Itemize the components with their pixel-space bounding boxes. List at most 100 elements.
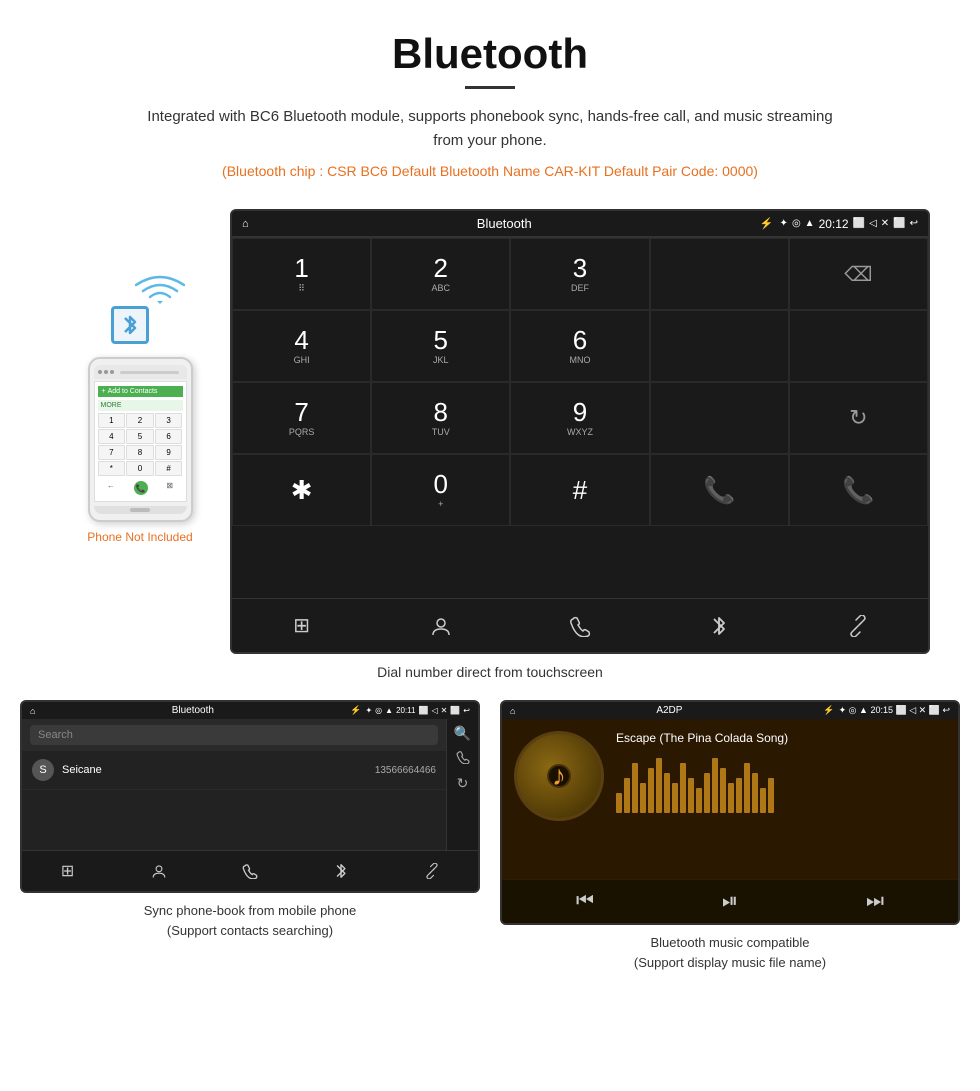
- dial-key-empty-1: [650, 238, 789, 310]
- dial-key-7[interactable]: 7PQRS: [232, 382, 371, 454]
- eq-bar-11: [704, 773, 710, 813]
- play-pause-button[interactable]: ⏯: [722, 890, 738, 913]
- music-back-icon[interactable]: ↩: [942, 705, 950, 715]
- close-icon[interactable]: ✕: [881, 218, 889, 229]
- dial-screen: ⌂ Bluetooth ⚡ ✦ ◎ ▲ 20:12 ⬜ ◁ ✕ ⬜ ↩ 1⠿ 2…: [230, 209, 930, 654]
- pb-search-side-icon[interactable]: 🔍: [454, 725, 471, 742]
- music-content: ♪ Escape (The Pina Colada Song): [502, 719, 958, 879]
- eq-bar-10: [696, 788, 702, 813]
- dial-screen-title: Bluetooth: [255, 216, 754, 231]
- eq-bar-15: [736, 778, 742, 813]
- eq-bar-16: [744, 763, 750, 813]
- dial-key-empty-2: [650, 310, 789, 382]
- pb-vol-icon[interactable]: ◁: [431, 706, 437, 715]
- back-icon[interactable]: ↩: [910, 218, 918, 229]
- music-home-icon[interactable]: ⌂: [510, 706, 515, 716]
- pb-bottom-phone[interactable]: [204, 857, 295, 885]
- eq-bar-1: [624, 778, 630, 813]
- phonebook-col: ⌂ Bluetooth ⚡ ✦ ◎ ▲ 20:11 ⬜ ◁ ✕ ⬜ ↩: [20, 700, 480, 972]
- contact-number: 13566664466: [375, 765, 436, 776]
- bottom-link-icon[interactable]: [789, 607, 928, 644]
- pb-cam-icon[interactable]: ⬜: [419, 706, 429, 715]
- music-signal-icon: ▲: [859, 705, 868, 715]
- eq-bar-17: [752, 773, 758, 813]
- pb-reload-side-icon[interactable]: ↻: [457, 775, 469, 792]
- music-status-bar: ⌂ A2DP ⚡ ✦ ◎ ▲ 20:15 ⬜ ◁ ✕ ⬜ ↩: [502, 702, 958, 719]
- phonebook-caption: Sync phone-book from mobile phone (Suppo…: [144, 901, 356, 940]
- phone-illustration: + Add to Contacts MORE 123 456 789 *0# ←…: [50, 209, 230, 544]
- home-icon[interactable]: ⌂: [242, 218, 249, 230]
- music-screen: ⌂ A2DP ⚡ ✦ ◎ ▲ 20:15 ⬜ ◁ ✕ ⬜ ↩ ♪: [500, 700, 960, 925]
- contact-name: Seicane: [62, 764, 375, 776]
- eq-bar-9: [688, 778, 694, 813]
- music-close-icon[interactable]: ✕: [919, 705, 927, 715]
- next-track-button[interactable]: ⏭: [866, 890, 884, 913]
- phonebook-inner: Search S Seicane 13566664466 🔍: [22, 719, 478, 850]
- dial-key-star[interactable]: ✱: [232, 454, 371, 526]
- bluetooth-badge: [111, 306, 149, 344]
- pb-back-icon[interactable]: ↩: [463, 706, 470, 715]
- bottom-bluetooth-icon[interactable]: [650, 607, 789, 644]
- dial-key-5[interactable]: 5JKL: [371, 310, 510, 382]
- music-status-right: ✦ ◎ ▲ 20:15 ⬜ ◁ ✕ ⬜ ↩: [839, 705, 950, 716]
- eq-bar-14: [728, 783, 734, 813]
- dial-key-9[interactable]: 9WXYZ: [510, 382, 649, 454]
- music-vol-icon[interactable]: ◁: [909, 705, 916, 715]
- dial-key-2[interactable]: 2ABC: [371, 238, 510, 310]
- dial-key-4[interactable]: 4GHI: [232, 310, 371, 382]
- usb-icon: ⚡: [760, 217, 774, 230]
- bottom-contacts-icon[interactable]: [371, 607, 510, 644]
- volume-icon[interactable]: ◁: [869, 218, 877, 229]
- dial-key-backspace[interactable]: ⌫: [789, 238, 928, 310]
- dial-key-end[interactable]: 📞: [789, 454, 928, 526]
- pb-time: 20:11: [396, 706, 415, 715]
- eq-bar-2: [632, 763, 638, 813]
- status-icons: ✦ ◎ ▲ 20:12 ⬜ ◁ ✕ ⬜ ↩: [780, 217, 918, 231]
- dial-key-0[interactable]: 0+: [371, 454, 510, 526]
- music-cam-icon[interactable]: ⬜: [895, 705, 906, 715]
- dial-key-6[interactable]: 6MNO: [510, 310, 649, 382]
- dial-key-hash[interactable]: #: [510, 454, 649, 526]
- dial-key-redial[interactable]: ↻: [789, 382, 928, 454]
- bottom-phone-icon[interactable]: [510, 607, 649, 644]
- page-title: Bluetooth: [20, 30, 960, 78]
- bluetooth-status-icon: ✦: [780, 218, 788, 229]
- pb-bottom-bluetooth[interactable]: [296, 857, 387, 885]
- dial-key-8[interactable]: 8TUV: [371, 382, 510, 454]
- eq-bar-4: [648, 768, 654, 813]
- eq-bar-19: [768, 778, 774, 813]
- pb-bottom-link[interactable]: [387, 857, 478, 885]
- dial-caption: Dial number direct from touchscreen: [0, 664, 980, 680]
- search-box[interactable]: Search: [30, 725, 438, 745]
- pb-close-icon[interactable]: ✕: [441, 706, 448, 715]
- dial-key-call[interactable]: 📞: [650, 454, 789, 526]
- contact-row[interactable]: S Seicane 13566664466: [22, 751, 446, 790]
- pb-bottom-contacts[interactable]: [113, 857, 204, 885]
- pb-bottom-dialpad[interactable]: ⊞: [22, 857, 113, 885]
- eq-bar-18: [760, 788, 766, 813]
- specs-line: (Bluetooth chip : CSR BC6 Default Blueto…: [20, 163, 960, 179]
- bottom-dialpad-icon[interactable]: ⊞: [232, 607, 371, 644]
- dial-key-3[interactable]: 3DEF: [510, 238, 649, 310]
- pb-bt-icon: ✦: [365, 706, 372, 715]
- prev-track-button[interactable]: ⏮: [576, 890, 594, 913]
- music-win-icon[interactable]: ⬜: [929, 705, 940, 715]
- eq-bar-3: [640, 783, 646, 813]
- window-icon[interactable]: ⬜: [893, 218, 905, 229]
- phonebook-sidebar: 🔍 ↻: [446, 719, 478, 850]
- music-screen-title: A2DP: [519, 705, 819, 716]
- album-art: ♪: [514, 731, 604, 821]
- song-title: Escape (The Pina Colada Song): [616, 731, 946, 745]
- music-caption: Bluetooth music compatible (Support disp…: [634, 933, 826, 972]
- music-controls: ⏮ ⏯ ⏭: [502, 879, 958, 923]
- pb-win-icon[interactable]: ⬜: [450, 706, 460, 715]
- camera-icon[interactable]: ⬜: [853, 218, 865, 229]
- dial-key-1[interactable]: 1⠿: [232, 238, 371, 310]
- bottom-screenshots: ⌂ Bluetooth ⚡ ✦ ◎ ▲ 20:11 ⬜ ◁ ✕ ⬜ ↩: [0, 700, 980, 972]
- music-usb-icon: ⚡: [823, 705, 834, 716]
- eq-bar-6: [664, 773, 670, 813]
- pb-home-icon[interactable]: ⌂: [30, 706, 35, 716]
- music-col: ⌂ A2DP ⚡ ✦ ◎ ▲ 20:15 ⬜ ◁ ✕ ⬜ ↩ ♪: [500, 700, 960, 972]
- pb-loc-icon: ◎: [375, 706, 382, 715]
- pb-phone-side-icon[interactable]: [456, 750, 470, 767]
